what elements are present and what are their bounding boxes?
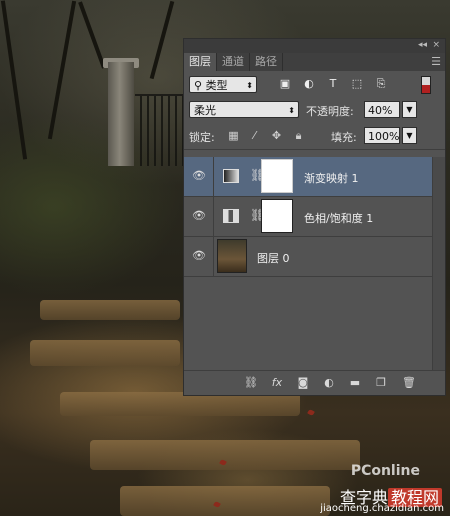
layer-mask-thumbnail[interactable] bbox=[261, 199, 293, 233]
folder-icon[interactable]: ▬ bbox=[348, 376, 362, 390]
shape-filter-icon[interactable]: ⬚ bbox=[351, 78, 363, 90]
layer-filter-row: ⚲ 类型 ⬍ ▣ ◐ T ⬚ ⎘ bbox=[184, 71, 445, 98]
divider bbox=[213, 197, 214, 236]
lock-label: 锁定: bbox=[189, 131, 215, 144]
opacity-label: 不透明度: bbox=[306, 105, 354, 118]
lock-row: 锁定: ▦ ⁄ ✥ 🔒︎ 填充: 100% ▼ bbox=[184, 123, 445, 150]
red-leaf bbox=[307, 408, 315, 417]
fill-label: 填充: bbox=[331, 131, 357, 144]
fill-slider-button[interactable]: ▼ bbox=[402, 127, 417, 144]
hue-saturation-icon bbox=[223, 209, 239, 223]
close-icon[interactable]: × bbox=[432, 40, 440, 50]
layer-name[interactable]: 渐变映射 1 bbox=[304, 170, 359, 186]
layers-panel: ◂◂ × 图层 通道 路径 ☰ ⚲ 类型 ⬍ ▣ ◐ T ⬚ ⎘ 柔光 ⬍ 不透… bbox=[183, 38, 446, 396]
gate-pillar bbox=[108, 62, 134, 166]
tab-layers[interactable]: 图层 bbox=[184, 53, 217, 71]
panel-bottom-toolbar: ⛓︎ fx ◙ ◐ ▬ ❐ 🗑︎ bbox=[184, 370, 445, 395]
layer-thumbnail[interactable] bbox=[217, 239, 247, 273]
tab-channels[interactable]: 通道 bbox=[217, 53, 250, 71]
tree-trunk bbox=[149, 0, 175, 80]
panel-menu-icon[interactable]: ☰ bbox=[431, 55, 441, 68]
eye-icon[interactable]: 👁︎ bbox=[192, 169, 206, 182]
trash-icon[interactable]: 🗑︎ bbox=[402, 376, 416, 390]
eye-icon[interactable]: 👁︎ bbox=[192, 209, 206, 222]
chevron-updown-icon: ⬍ bbox=[246, 81, 253, 90]
layer-row-image[interactable]: 👁︎ 图层 0 bbox=[184, 237, 434, 277]
tree-trunk bbox=[47, 0, 77, 140]
type-filter-icon[interactable]: T bbox=[327, 78, 339, 90]
adjustment-layer-icon[interactable]: ◐ bbox=[322, 376, 336, 390]
tree-trunk bbox=[78, 1, 106, 69]
stone-step bbox=[40, 300, 180, 320]
filter-toggle-switch[interactable] bbox=[421, 76, 431, 94]
fx-icon[interactable]: fx bbox=[270, 376, 284, 390]
tab-paths[interactable]: 路径 bbox=[250, 53, 283, 71]
layers-list: 👁︎ ⛓︎ 渐变映射 1 👁︎ ⛓︎ 色相/饱和度 1 👁︎ 图层 0 bbox=[184, 157, 434, 277]
stone-step bbox=[90, 440, 360, 470]
link-layers-icon[interactable]: ⛓︎ bbox=[244, 376, 258, 390]
layer-row-hue-saturation[interactable]: 👁︎ ⛓︎ 色相/饱和度 1 bbox=[184, 197, 434, 237]
divider bbox=[213, 237, 214, 276]
lock-move-icon[interactable]: ✥ bbox=[270, 129, 283, 142]
layer-name[interactable]: 色相/饱和度 1 bbox=[304, 210, 373, 226]
lock-brush-icon[interactable]: ⁄ bbox=[248, 129, 261, 142]
divider bbox=[213, 157, 214, 196]
stone-step bbox=[30, 340, 180, 366]
adjustment-filter-icon[interactable]: ◐ bbox=[303, 78, 315, 90]
opacity-slider-button[interactable]: ▼ bbox=[402, 101, 417, 118]
smart-object-filter-icon[interactable]: ⎘ bbox=[375, 78, 387, 90]
stone-step bbox=[120, 486, 330, 516]
fill-field[interactable]: 100% bbox=[364, 127, 400, 144]
panel-tab-bar: 图层 通道 路径 ☰ bbox=[184, 53, 445, 71]
watermark-url: jiaocheng.chazidian.com bbox=[320, 503, 444, 514]
opacity-field[interactable]: 40% bbox=[364, 101, 400, 118]
search-icon: ⚲ bbox=[194, 79, 206, 92]
blend-mode-label: 柔光 bbox=[194, 104, 216, 117]
blend-mode-dropdown[interactable]: 柔光 ⬍ bbox=[189, 101, 299, 118]
layer-mask-thumbnail[interactable] bbox=[261, 159, 293, 193]
pixel-filter-icon[interactable]: ▣ bbox=[279, 78, 291, 90]
gradient-map-icon bbox=[223, 169, 239, 183]
filter-kind-label: 类型 bbox=[205, 79, 228, 92]
blend-row: 柔光 ⬍ 不透明度: 40% ▼ bbox=[184, 98, 445, 123]
tree-trunk bbox=[0, 0, 28, 160]
watermark-brand: PConline bbox=[350, 463, 420, 479]
new-layer-icon[interactable]: ❐ bbox=[374, 376, 388, 390]
layer-row-gradient-map[interactable]: 👁︎ ⛓︎ 渐变映射 1 bbox=[184, 157, 434, 197]
collapse-icon[interactable]: ◂◂ bbox=[418, 40, 427, 50]
eye-icon[interactable]: 👁︎ bbox=[192, 249, 206, 262]
panel-dock-bar[interactable]: ◂◂ × bbox=[184, 39, 445, 53]
lock-transparent-icon[interactable]: ▦ bbox=[227, 129, 240, 142]
filter-kind-dropdown[interactable]: ⚲ 类型 ⬍ bbox=[189, 76, 257, 93]
iron-gate bbox=[135, 94, 185, 166]
chevron-updown-icon: ⬍ bbox=[288, 106, 295, 115]
layer-name[interactable]: 图层 0 bbox=[257, 250, 290, 266]
lock-all-icon[interactable]: 🔒︎ bbox=[292, 129, 305, 142]
add-mask-icon[interactable]: ◙ bbox=[296, 376, 310, 390]
layers-scrollbar[interactable] bbox=[432, 157, 445, 371]
